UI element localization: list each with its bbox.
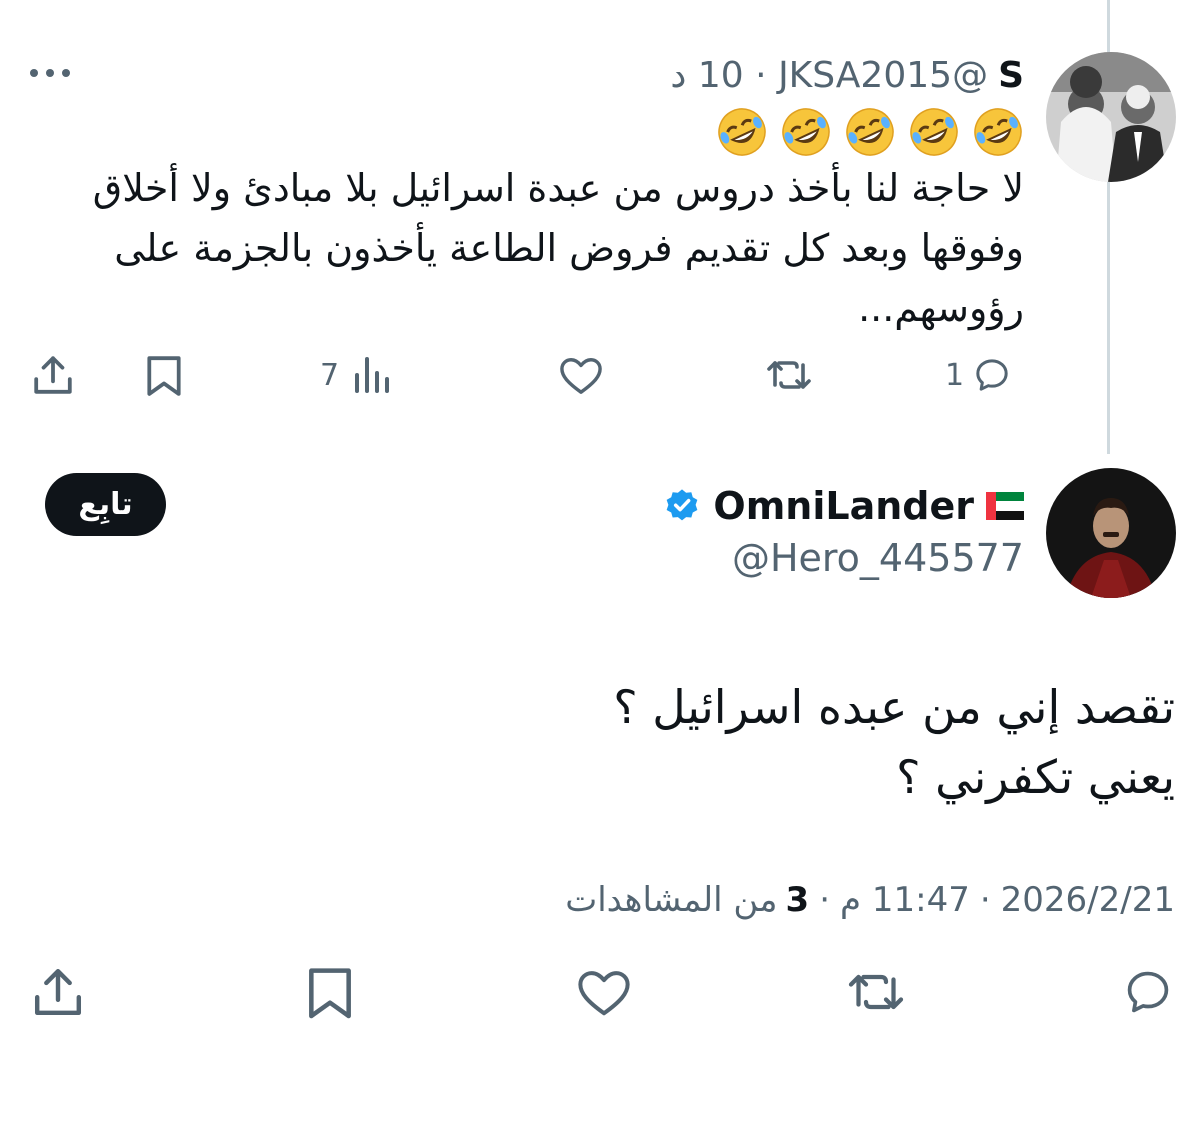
views-separator: · — [819, 880, 830, 920]
more-options-icon[interactable] — [30, 60, 70, 86]
rofl-emoji-icon — [910, 108, 958, 156]
reply-handle[interactable]: @JKSA2015 — [778, 55, 988, 96]
like-icon — [578, 971, 630, 1016]
like-icon — [560, 358, 602, 394]
main-views-count[interactable]: 3 — [786, 880, 810, 920]
reply-display-name[interactable]: S — [998, 55, 1024, 96]
main-share-button[interactable] — [32, 962, 84, 1022]
retweet-icon — [848, 974, 904, 1010]
main-tweet-text: تقصد إني من عبده اسرائيل ؟ يعني تكفرني ؟ — [75, 672, 1175, 812]
main-reply-button[interactable] — [1122, 962, 1174, 1022]
verified-badge-icon — [667, 489, 698, 521]
retweet-icon — [767, 361, 811, 389]
reply-tweet-text: لا حاجة لنا بأخذ دروس من عبدة اسرائيل بل… — [92, 166, 1024, 330]
rofl-emoji-icon — [782, 108, 830, 156]
rofl-emoji-icon — [846, 108, 894, 156]
follow-button[interactable]: تابِع — [45, 473, 166, 536]
main-display-name[interactable]: OmniLander — [713, 484, 974, 528]
views-button[interactable]: 7 — [320, 345, 390, 405]
main-tweet-text-line2: يعني تكفرني ؟ — [896, 750, 1175, 804]
rofl-emoji-icon — [974, 108, 1022, 156]
tweet-time[interactable]: 11:47 م — [840, 880, 970, 920]
reply-icon — [976, 359, 1008, 391]
reply-meta-separator: · — [755, 54, 767, 96]
share-icon — [34, 356, 72, 394]
reply-author-avatar[interactable] — [1046, 52, 1176, 182]
main-views-label: من المشاهدات — [565, 880, 778, 920]
main-action-bar — [0, 962, 1200, 1022]
reply-time[interactable]: 10 د — [670, 55, 743, 96]
views-icon — [355, 357, 390, 393]
emoji-row — [716, 106, 1024, 158]
rofl-emoji-icon — [718, 108, 766, 156]
uae-flag-icon — [986, 492, 1024, 520]
bookmark-button[interactable] — [145, 345, 183, 405]
main-author-avatar[interactable] — [1046, 468, 1176, 598]
main-like-button[interactable] — [575, 962, 633, 1022]
timestamp-separator: · — [979, 880, 991, 920]
main-tweet-text-line1: تقصد إني من عبده اسرائيل ؟ — [613, 680, 1175, 734]
share-button[interactable] — [32, 345, 74, 405]
reply-action-bar: 1 7 — [0, 345, 1200, 405]
main-name-row: OmniLander — [663, 478, 1024, 534]
main-retweet-button[interactable] — [846, 962, 906, 1022]
main-bookmark-button[interactable] — [306, 962, 354, 1022]
views-count: 7 — [320, 357, 340, 393]
reply-header: S @JKSA2015 · 10 د — [670, 50, 1024, 100]
reply-button[interactable]: 1 — [945, 345, 1012, 405]
bookmark-icon — [309, 968, 351, 1019]
share-icon — [34, 968, 82, 1016]
reply-meta: @JKSA2015 · 10 د — [670, 55, 988, 96]
main-handle[interactable]: @Hero_445577 — [732, 536, 1024, 580]
retweet-button[interactable] — [765, 345, 813, 405]
tweet-timestamp-row: 2026/2/21 · 11:47 م · 3 من المشاهدات — [565, 872, 1175, 928]
bookmark-icon — [147, 356, 181, 396]
tweet-date[interactable]: 2026/2/21 — [1001, 880, 1175, 920]
reply-icon — [1127, 971, 1169, 1013]
reply-count: 1 — [945, 357, 965, 393]
like-button[interactable] — [558, 345, 604, 405]
